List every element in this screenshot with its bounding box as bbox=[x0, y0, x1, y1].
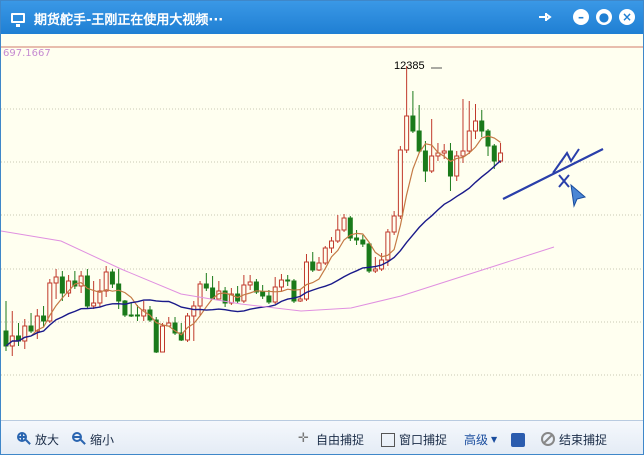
candle-up bbox=[197, 283, 203, 307]
candle-up bbox=[397, 149, 403, 217]
candle-down bbox=[479, 120, 485, 132]
free-capture-button[interactable]: ✛ 自由捕捉 bbox=[298, 429, 364, 449]
candle-down bbox=[59, 276, 65, 294]
record-button[interactable] bbox=[511, 429, 529, 449]
candle-down bbox=[360, 239, 366, 245]
trend-annotation bbox=[502, 148, 604, 200]
settings-icon[interactable]: ● bbox=[596, 9, 612, 25]
candle-down bbox=[116, 283, 122, 302]
candle-down bbox=[447, 150, 453, 177]
candle-down bbox=[416, 130, 422, 152]
candle-down bbox=[260, 291, 266, 297]
candle-down bbox=[491, 145, 497, 162]
candle-down bbox=[266, 295, 272, 303]
candle-up bbox=[460, 150, 466, 157]
zoom-in-label: 放大 bbox=[35, 432, 60, 447]
zoom-out-icon bbox=[72, 432, 86, 446]
zoom-out-label: 缩小 bbox=[90, 432, 115, 447]
free-capture-label: 自由捕捉 bbox=[316, 432, 365, 447]
candle-up bbox=[329, 240, 335, 249]
capture-toolbar: 放大 缩小 ✛ 自由捕捉 窗口捕捉 高级 ▼ 结束捕捉 bbox=[1, 420, 643, 454]
candle-down bbox=[41, 315, 47, 322]
candle-up bbox=[404, 115, 410, 151]
candle-up bbox=[103, 271, 109, 292]
candle-up bbox=[160, 325, 165, 353]
pin-icon[interactable] bbox=[538, 11, 552, 23]
monitor-icon bbox=[11, 13, 25, 27]
candle-up bbox=[372, 268, 378, 272]
candle-down bbox=[128, 314, 134, 317]
candle-down bbox=[203, 283, 209, 289]
candle-down bbox=[410, 115, 416, 132]
candle-down bbox=[153, 319, 159, 353]
minimize-icon[interactable]: – bbox=[573, 9, 589, 25]
crosshair-icon: ✛ bbox=[298, 431, 309, 446]
candle-down bbox=[310, 261, 316, 271]
stop-icon bbox=[541, 432, 555, 446]
candle-up bbox=[391, 215, 397, 233]
up-arrow-annotation bbox=[552, 148, 580, 174]
window-title: 期货舵手-王刚正在使用大视频··· bbox=[34, 13, 224, 28]
candle-down bbox=[109, 271, 115, 285]
window-capture-label: 窗口捕捉 bbox=[399, 432, 448, 447]
candle-down bbox=[28, 325, 34, 332]
candle-up bbox=[91, 302, 97, 307]
camera-icon bbox=[511, 433, 525, 447]
window-icon bbox=[381, 433, 395, 447]
candle-up bbox=[466, 130, 472, 152]
zoom-in-icon bbox=[17, 432, 31, 446]
candle-up bbox=[247, 281, 253, 286]
candle-down bbox=[285, 279, 291, 282]
chevron-down-icon: ▼ bbox=[491, 434, 498, 444]
chart-area bbox=[1, 34, 643, 414]
candle-down bbox=[134, 314, 140, 317]
capture-window: 期货舵手-王刚正在使用大视频··· – ● × 697.1667 12385 放… bbox=[0, 0, 644, 455]
price-scale-label: 697.1667 bbox=[3, 48, 51, 59]
candle-up bbox=[53, 276, 59, 284]
advanced-dropdown[interactable]: 高级 ▼ bbox=[464, 429, 497, 449]
candle-up bbox=[498, 152, 504, 162]
candle-up bbox=[272, 286, 278, 303]
candle-up bbox=[441, 150, 447, 154]
mouse-cursor-icon bbox=[570, 183, 587, 208]
advanced-label: 高级 bbox=[464, 432, 489, 447]
candle-up bbox=[341, 217, 347, 231]
ma-long-line bbox=[5, 160, 501, 347]
end-capture-button[interactable]: 结束捕捉 bbox=[541, 429, 607, 449]
zoom-in-button[interactable]: 放大 bbox=[17, 429, 59, 449]
candle-up bbox=[473, 120, 478, 132]
peak-price-label: 12385 bbox=[394, 60, 425, 72]
close-icon[interactable]: × bbox=[619, 9, 635, 25]
candle-up bbox=[278, 279, 284, 288]
candlestick-chart bbox=[1, 46, 643, 376]
candle-up bbox=[322, 247, 328, 264]
end-capture-label: 结束捕捉 bbox=[559, 432, 608, 447]
candle-up bbox=[191, 305, 197, 317]
zoom-out-button[interactable]: 缩小 bbox=[72, 429, 114, 449]
x-mark-annotation bbox=[558, 174, 570, 188]
candle-down bbox=[422, 150, 428, 172]
candle-down bbox=[122, 300, 128, 316]
candle-up bbox=[241, 284, 247, 302]
candle-up bbox=[429, 155, 435, 172]
candle-up bbox=[316, 262, 322, 271]
candle-up bbox=[297, 298, 303, 302]
candle-down bbox=[485, 130, 491, 147]
candle-down bbox=[354, 237, 360, 241]
title-bar: 期货舵手-王刚正在使用大视频··· – ● × bbox=[1, 1, 643, 34]
candle-up bbox=[335, 229, 341, 242]
window-capture-button[interactable]: 窗口捕捉 bbox=[381, 429, 447, 449]
candle-down bbox=[84, 275, 90, 307]
candle-down bbox=[3, 330, 9, 347]
